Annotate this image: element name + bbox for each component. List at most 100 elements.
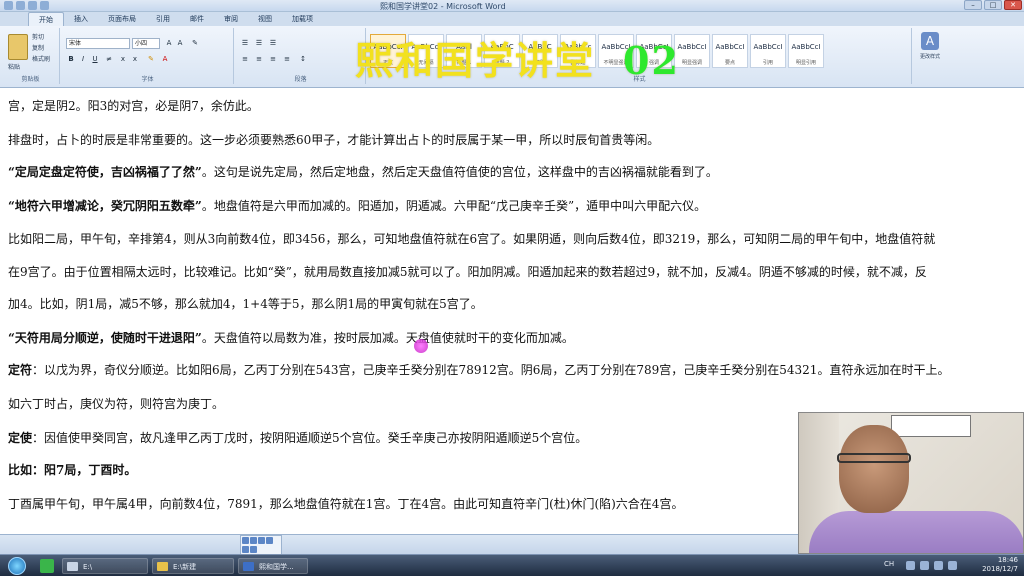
minimize-button[interactable]: – xyxy=(964,0,982,10)
task-word[interactable]: 熙和国学... xyxy=(238,558,308,574)
folder-icon xyxy=(157,562,168,571)
doc-line-7: 加4。比如，阴1局，减5不够，那么就加4，1+4等于5，那么阴1局的甲寅旬就在5… xyxy=(8,297,483,311)
presenter-glasses xyxy=(837,453,911,463)
video-title-overlay: 熙和国学讲堂 02 xyxy=(355,30,680,85)
doc-line-6: 在9宫了。由于位置相隔太远时，比较难记。比如“癸”，就用局数直接加减5就可以了。… xyxy=(8,265,927,279)
tab-mailings[interactable]: 邮件 xyxy=(180,12,214,26)
change-styles-label: 更改样式 xyxy=(919,54,940,60)
doc-line-8: “天符用局分顺逆，使随时干进退阳”。天盘值符以局数为准，按时辰加减。天盘值使就时… xyxy=(8,331,574,345)
webcam-overlay xyxy=(798,412,1024,554)
align-left-icon[interactable]: ≡ xyxy=(240,54,250,64)
window-controls: – □ ✕ xyxy=(964,0,1022,10)
italic-icon[interactable]: I xyxy=(78,54,88,64)
doc-line-9: 定符：以戊为界，奇仪分顺逆。比如阳6局，乙丙丁分别在543宫，己庚辛壬癸分别在7… xyxy=(8,363,950,377)
draft-icon[interactable] xyxy=(242,545,249,553)
tab-references[interactable]: 引用 xyxy=(146,12,180,26)
language-indicator[interactable]: CH xyxy=(884,560,894,568)
office-button-icon[interactable] xyxy=(4,1,13,10)
highlight-icon[interactable]: ✎ xyxy=(146,54,156,64)
tab-page-layout[interactable]: 页面布局 xyxy=(98,12,146,26)
overlay-number: 02 xyxy=(623,38,680,83)
tab-view[interactable]: 视图 xyxy=(248,12,282,26)
clock[interactable]: 18:46 2018/12/7 xyxy=(982,556,1018,574)
webcam-wall-frame xyxy=(891,415,971,437)
presenter-shirt xyxy=(809,511,1023,553)
doc-line-3: “定局定盘定符使，吉凶祸福了了然”。这句是说先定局，然后定地盘，然后定天盘值符值… xyxy=(8,165,718,179)
web-layout-icon[interactable] xyxy=(258,537,265,544)
font-name-select[interactable]: 宋体 xyxy=(66,38,130,49)
bullets-icon[interactable]: ☰ xyxy=(240,38,250,48)
view-toolbar xyxy=(240,535,282,555)
line-spacing-icon[interactable]: ↕ xyxy=(298,54,308,64)
screen: 熙和国学讲堂02 - Microsoft Word – □ ✕ 开始 插入 页面… xyxy=(0,0,1024,576)
doc-line-5: 比如阳二局，甲午旬，辛排第4，则从3向前数4位，即3456，那么，可知地盘值符就… xyxy=(8,232,936,246)
style-quote[interactable]: AaBbCcI 引用 xyxy=(750,34,786,68)
grow-font-icon[interactable]: A xyxy=(164,38,174,48)
network-icon[interactable] xyxy=(934,561,943,570)
paragraph-group-label: 段落 xyxy=(294,76,307,83)
task-explorer[interactable]: E:\ xyxy=(62,558,148,574)
paste-button[interactable]: 粘贴 xyxy=(8,62,20,71)
volume-icon[interactable] xyxy=(948,561,957,570)
style-strong[interactable]: AaBbCcI 要点 xyxy=(712,34,748,68)
word-icon xyxy=(243,562,254,571)
maximize-button[interactable]: □ xyxy=(984,0,1002,10)
copy-button[interactable]: 复制 xyxy=(32,43,44,52)
bold-icon[interactable]: B xyxy=(66,54,76,64)
doc-line-11: 定使：因值使甲癸同宫，故凡逢甲乙丙丁戊时，按阴阳遁顺逆5个宫位。癸壬辛庚己亦按阴… xyxy=(8,431,588,445)
multilevel-list-icon[interactable]: ☰ xyxy=(268,38,278,48)
taskbar: E:\ E:\新建 熙和国学... CH 18:46 2018/12/7 xyxy=(0,554,1024,576)
redo-icon[interactable] xyxy=(40,1,49,10)
strikethrough-icon[interactable]: ≠ xyxy=(104,54,114,64)
undo-icon[interactable] xyxy=(28,1,37,10)
clear-format-icon[interactable]: ✎ xyxy=(190,38,200,48)
numbering-icon[interactable]: ☰ xyxy=(254,38,264,48)
align-center-icon[interactable]: ≡ xyxy=(254,54,264,64)
doc-line-10: 如六丁时占，庚仪为符，则符宫为庚丁。 xyxy=(8,397,225,411)
align-right-icon[interactable]: ≡ xyxy=(268,54,278,64)
doc-line-12: 比如：阳7局，丁酉时。 xyxy=(8,463,137,477)
paste-icon[interactable] xyxy=(8,34,28,60)
change-styles-icon: A xyxy=(921,32,939,50)
clipboard-group: 粘贴 剪切 复制 格式刷 剪贴板 xyxy=(2,28,60,84)
superscript-icon[interactable]: x xyxy=(130,54,140,64)
start-button[interactable] xyxy=(8,557,26,575)
font-group-label: 字体 xyxy=(141,76,154,83)
cut-button[interactable]: 剪切 xyxy=(32,32,44,41)
window-title: 熙和国学讲堂02 - Microsoft Word xyxy=(380,2,506,11)
presenter-head xyxy=(839,425,909,513)
close-button[interactable]: ✕ xyxy=(1004,0,1022,10)
clock-time: 18:46 xyxy=(997,556,1018,564)
quicklaunch-icon-1[interactable] xyxy=(40,559,54,573)
font-color-icon[interactable]: A xyxy=(160,54,170,64)
shrink-font-icon[interactable]: A xyxy=(175,38,185,48)
zoom-icon[interactable] xyxy=(250,545,257,553)
underline-icon[interactable]: U xyxy=(90,54,100,64)
doc-line-2: 排盘时，占卜的时辰是非常重要的。这一步必须要熟悉60甲子，才能计算出占卜的时辰属… xyxy=(8,133,660,147)
print-layout-icon[interactable] xyxy=(242,537,249,544)
justify-icon[interactable]: ≡ xyxy=(282,54,292,64)
clock-date: 2018/12/7 xyxy=(982,565,1018,573)
tab-home[interactable]: 开始 xyxy=(28,12,64,26)
overlay-text: 熙和国学讲堂 xyxy=(355,38,596,83)
full-screen-icon[interactable] xyxy=(250,537,257,544)
task-folder[interactable]: E:\新建 xyxy=(152,558,234,574)
tab-add-ins[interactable]: 加载项 xyxy=(282,12,323,26)
font-size-select[interactable]: 小四 xyxy=(132,38,160,49)
format-painter-button[interactable]: 格式刷 xyxy=(32,54,50,63)
tray-icon-1[interactable] xyxy=(906,561,915,570)
drive-icon xyxy=(67,562,78,571)
doc-line-13: 丁酉属甲午旬，甲午属4甲，向前数4位，7891，那么地盘值符就在1宫。丁在4宫。… xyxy=(8,497,684,511)
tab-review[interactable]: 审阅 xyxy=(214,12,248,26)
tray-icon-2[interactable] xyxy=(920,561,929,570)
title-bar: 熙和国学讲堂02 - Microsoft Word – □ ✕ xyxy=(0,0,1024,12)
save-icon[interactable] xyxy=(16,1,25,10)
tab-insert[interactable]: 插入 xyxy=(64,12,98,26)
ribbon-tabs: 开始 插入 页面布局 引用 邮件 审阅 视图 加载项 xyxy=(0,12,1024,26)
style-intense-quote[interactable]: AaBbCcI 明显引用 xyxy=(788,34,824,68)
outline-icon[interactable] xyxy=(266,537,273,544)
subscript-icon[interactable]: x xyxy=(118,54,128,64)
paragraph-group: ☰ ☰ ☰ ≡ ≡ ≡ ≡ ↕ 段落 xyxy=(236,28,366,84)
change-styles-button[interactable]: A 更改样式 xyxy=(916,32,944,76)
font-group: 宋体 小四 A A ✎ B I U ≠ x x ✎ A 字体 xyxy=(62,28,234,84)
